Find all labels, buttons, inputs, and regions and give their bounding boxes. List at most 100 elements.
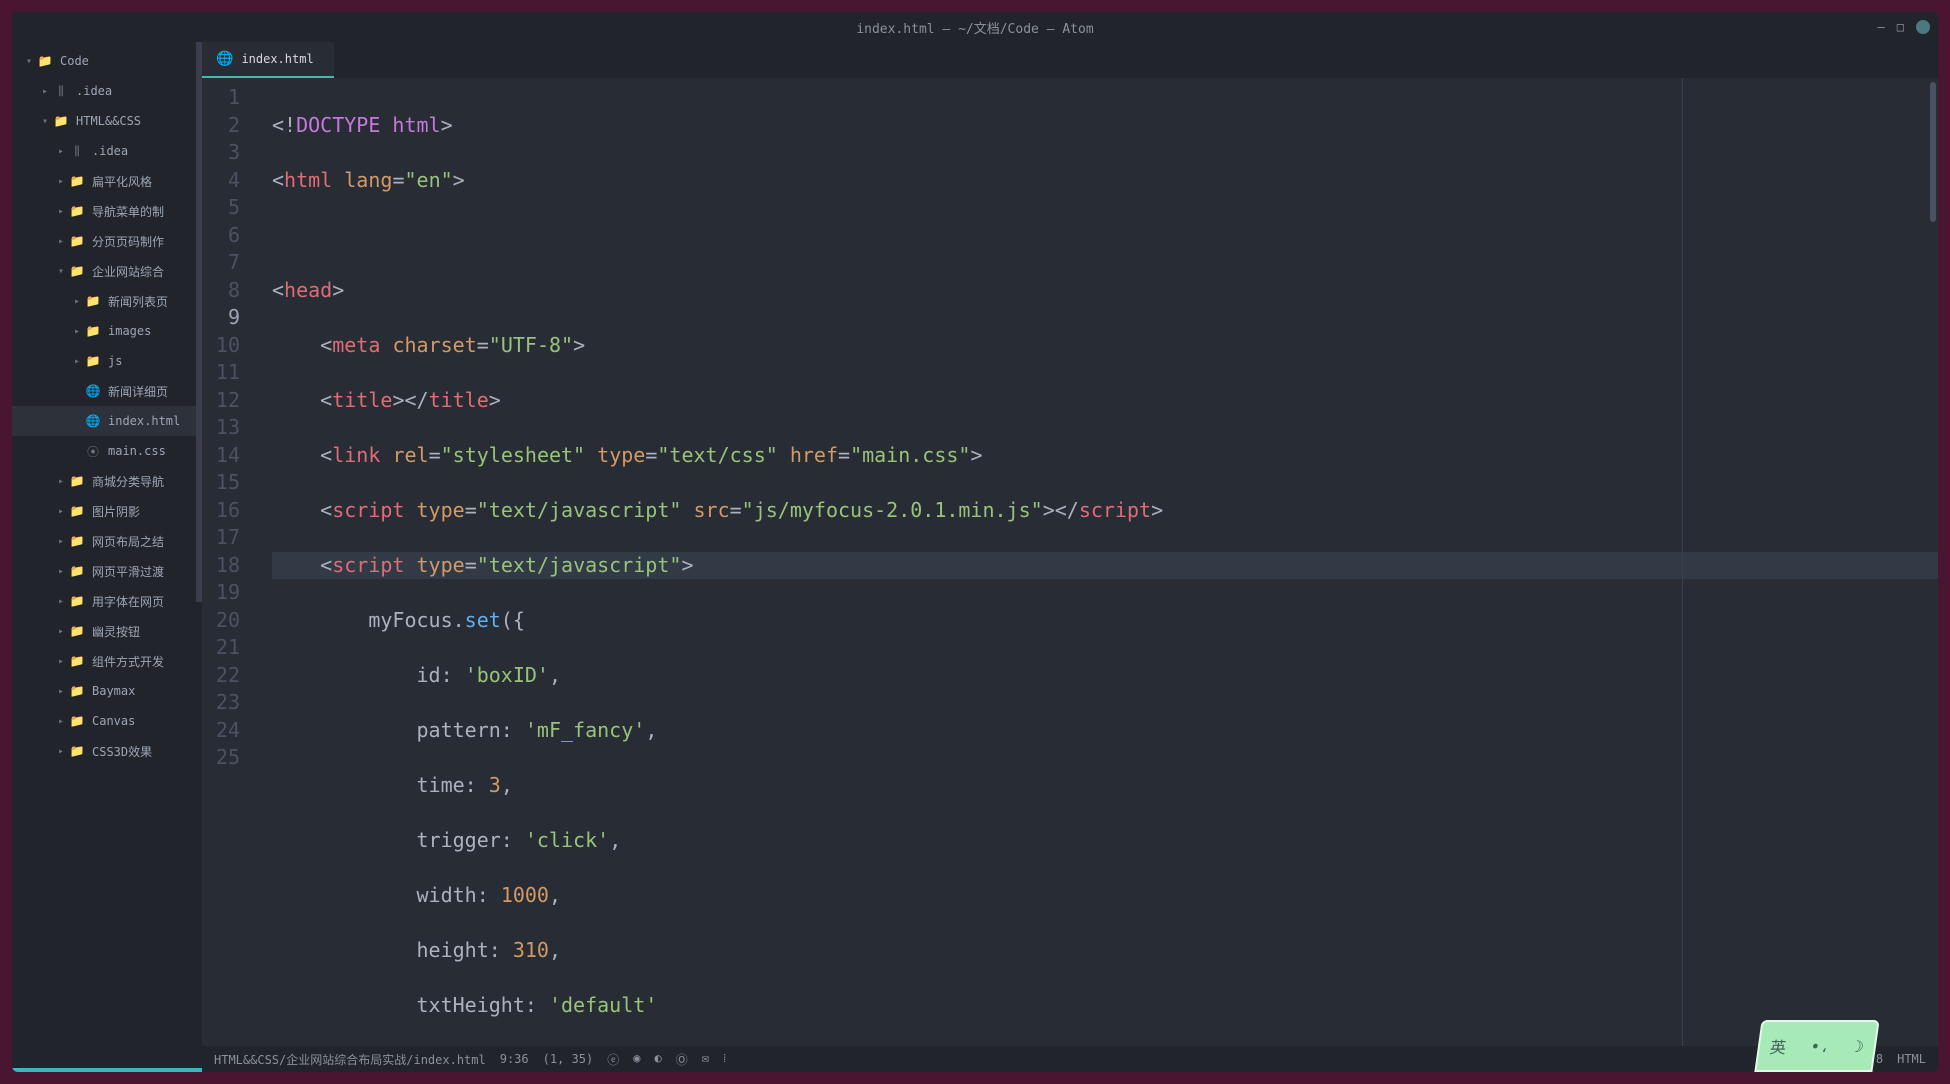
tree-item[interactable]: ▸📁Baymax: [12, 676, 202, 706]
line-number[interactable]: 14: [202, 442, 258, 470]
folder-icon: 📁: [68, 594, 86, 608]
maximize-button[interactable]: □: [1897, 20, 1904, 34]
editor[interactable]: 1234567891011121314151617181920212223242…: [202, 78, 1938, 1046]
status-grammar[interactable]: HTML: [1897, 1052, 1926, 1066]
line-number[interactable]: 22: [202, 662, 258, 690]
tree-item-label: Code: [60, 54, 89, 68]
line-number[interactable]: 3: [202, 139, 258, 167]
titlebar[interactable]: index.html — ~/文档/Code — Atom — □: [12, 12, 1938, 42]
line-number[interactable]: 12: [202, 387, 258, 415]
line-number[interactable]: 16: [202, 497, 258, 525]
tree-item[interactable]: ⦿main.css: [12, 436, 202, 466]
chevron-icon[interactable]: ▾: [38, 116, 52, 127]
line-number[interactable]: 10: [202, 332, 258, 360]
chevron-icon[interactable]: ▸: [54, 146, 68, 157]
tree-item[interactable]: 🌐index.html: [12, 406, 202, 436]
line-number[interactable]: 19: [202, 579, 258, 607]
line-number[interactable]: 4: [202, 167, 258, 195]
chevron-icon[interactable]: ▸: [54, 536, 68, 547]
chevron-icon[interactable]: ▸: [54, 176, 68, 187]
status-cursor[interactable]: (1, 35): [543, 1052, 594, 1066]
tree-item[interactable]: ▸📁商城分类导航: [12, 466, 202, 496]
tree-item[interactable]: ▸📁网页平滑过渡: [12, 556, 202, 586]
line-number[interactable]: 6: [202, 222, 258, 250]
tree-item[interactable]: ▸📁扁平化风格: [12, 166, 202, 196]
tree-item[interactable]: 🌐新闻详细页: [12, 376, 202, 406]
tree-item[interactable]: ▸⫼.idea: [12, 136, 202, 166]
line-number[interactable]: 17: [202, 524, 258, 552]
line-number[interactable]: 23: [202, 689, 258, 717]
tree-item[interactable]: ▸📁Canvas: [12, 706, 202, 736]
firefox-icon[interactable]: ◐: [654, 1051, 661, 1068]
chevron-icon[interactable]: ▸: [54, 656, 68, 667]
tab-label: index.html: [241, 52, 313, 66]
status-path[interactable]: HTML&&CSS/企业网站综合布局实战/index.html: [214, 1051, 486, 1068]
tree-item[interactable]: ▸📁CSS3D效果: [12, 736, 202, 766]
chevron-icon[interactable]: ▸: [70, 326, 84, 337]
more-icon[interactable]: ⁞: [723, 1051, 726, 1068]
line-number[interactable]: 8: [202, 277, 258, 305]
line-number[interactable]: 5: [202, 194, 258, 222]
chevron-icon[interactable]: ▸: [54, 716, 68, 727]
tree-item[interactable]: ▸📁分页页码制作: [12, 226, 202, 256]
tree-item[interactable]: ▸📁组件方式开发: [12, 646, 202, 676]
mobile-icon[interactable]: ✉: [702, 1051, 709, 1068]
tab-bar[interactable]: 🌐 index.html: [202, 42, 1938, 78]
line-number[interactable]: 24: [202, 717, 258, 745]
hash-icon: ⫼: [68, 144, 86, 159]
tree-item[interactable]: ▸📁幽灵按钮: [12, 616, 202, 646]
editor-scrollbar[interactable]: [1928, 78, 1938, 1046]
chevron-icon[interactable]: ▸: [54, 506, 68, 517]
tree-item[interactable]: ▾📁Code: [12, 46, 202, 76]
folder-icon: 📁: [84, 354, 102, 368]
chevron-icon[interactable]: ▾: [22, 56, 36, 67]
line-number-gutter[interactable]: 1234567891011121314151617181920212223242…: [202, 78, 258, 1046]
tree-item[interactable]: ▾📁HTML&&CSS: [12, 106, 202, 136]
line-number[interactable]: 18: [202, 552, 258, 580]
tree-item[interactable]: ▸📁新闻列表页: [12, 286, 202, 316]
folder-icon: 📁: [52, 114, 70, 128]
chevron-icon[interactable]: ▸: [38, 86, 52, 97]
line-number[interactable]: 13: [202, 414, 258, 442]
line-number[interactable]: 7: [202, 249, 258, 277]
tree-item[interactable]: ▸📁用字体在网页: [12, 586, 202, 616]
tree-item[interactable]: ▸📁js: [12, 346, 202, 376]
tree-item-label: 网页平滑过渡: [92, 563, 164, 580]
chevron-icon[interactable]: ▸: [54, 476, 68, 487]
line-number[interactable]: 15: [202, 469, 258, 497]
tab-index-html[interactable]: 🌐 index.html: [202, 42, 334, 78]
line-number[interactable]: 25: [202, 744, 258, 772]
minimize-button[interactable]: —: [1878, 20, 1885, 34]
opera-icon[interactable]: Ⓞ: [676, 1051, 688, 1068]
tree-item[interactable]: ▸📁网页布局之结: [12, 526, 202, 556]
ime-indicator[interactable]: 英 •، ☽: [1754, 1020, 1879, 1072]
line-number[interactable]: 9: [202, 304, 258, 332]
code-area[interactable]: <!DOCTYPE html> <html lang="en"> <head> …: [258, 78, 1938, 1046]
ime-punct-icon: •،: [1809, 1037, 1831, 1056]
chevron-icon[interactable]: ▸: [70, 296, 84, 307]
chevron-icon[interactable]: ▸: [54, 206, 68, 217]
chevron-icon[interactable]: ▸: [54, 686, 68, 697]
line-number[interactable]: 1: [202, 84, 258, 112]
chevron-icon[interactable]: ▸: [54, 746, 68, 757]
line-number[interactable]: 20: [202, 607, 258, 635]
line-number[interactable]: 11: [202, 359, 258, 387]
file-tree-sidebar[interactable]: ▾📁Code▸⫼.idea▾📁HTML&&CSS▸⫼.idea▸📁扁平化风格▸📁…: [12, 42, 202, 1072]
tree-item[interactable]: ▸📁images: [12, 316, 202, 346]
line-number[interactable]: 2: [202, 112, 258, 140]
browser-icon[interactable]: ⓔ: [607, 1051, 619, 1068]
tree-item[interactable]: ▸⫼.idea: [12, 76, 202, 106]
tree-item[interactable]: ▸📁导航菜单的制: [12, 196, 202, 226]
line-number[interactable]: 21: [202, 634, 258, 662]
chevron-icon[interactable]: ▸: [54, 236, 68, 247]
chevron-icon[interactable]: ▸: [70, 356, 84, 367]
chrome-icon[interactable]: ◉: [633, 1051, 640, 1068]
chevron-icon[interactable]: ▸: [54, 566, 68, 577]
chevron-icon[interactable]: ▾: [54, 266, 68, 277]
chevron-icon[interactable]: ▸: [54, 626, 68, 637]
tree-item[interactable]: ▸📁图片阴影: [12, 496, 202, 526]
status-time: 9:36: [500, 1052, 529, 1066]
chevron-icon[interactable]: ▸: [54, 596, 68, 607]
tree-item[interactable]: ▾📁企业网站综合: [12, 256, 202, 286]
close-button[interactable]: [1916, 20, 1930, 34]
